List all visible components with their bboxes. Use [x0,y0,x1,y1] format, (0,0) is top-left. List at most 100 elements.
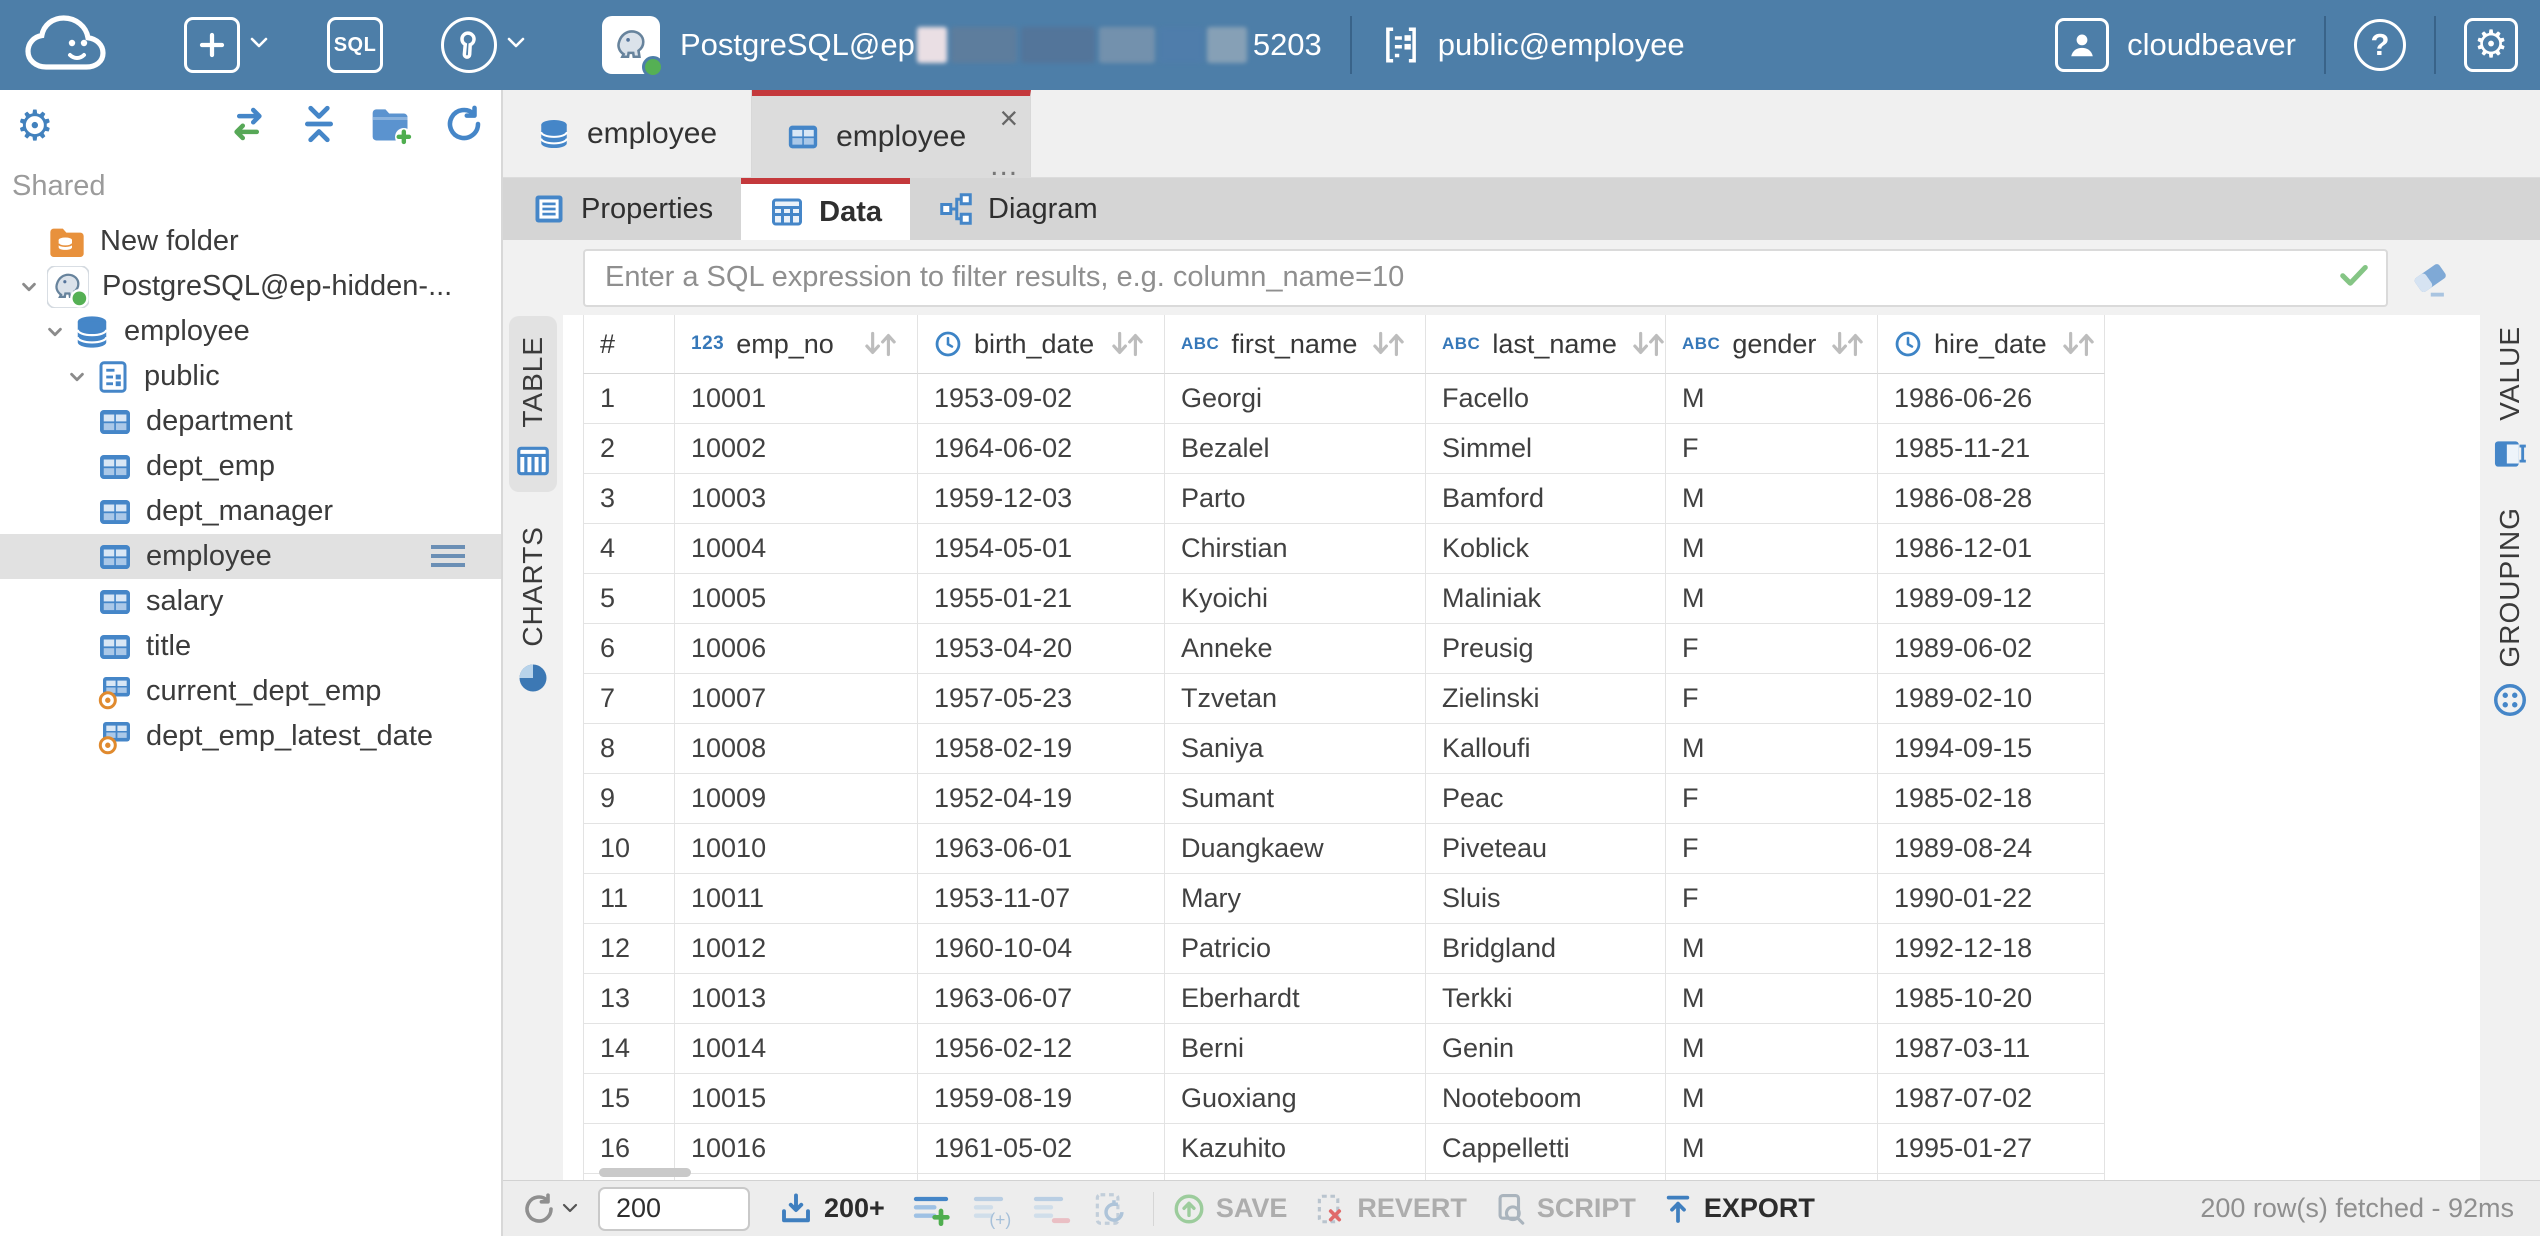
tab-more-icon[interactable]: ... [990,157,1018,175]
column-header-first_name[interactable]: ABCfirst_name [1165,315,1426,374]
apply-filter-icon[interactable] [2336,257,2372,298]
tab-diagram[interactable]: Diagram [910,178,1126,240]
data-cell[interactable]: 1960-10-04 [918,924,1165,974]
tree-item-dept-emp[interactable]: dept_emp [0,444,501,489]
data-cell[interactable]: Georgi [1165,374,1426,424]
data-cell[interactable]: Saniya [1165,724,1426,774]
data-cell[interactable]: 10006 [675,624,918,674]
data-cell[interactable]: Kalloufi [1426,724,1666,774]
data-cell[interactable]: 1963-06-07 [918,974,1165,1024]
sort-arrows-icon[interactable] [1357,329,1409,359]
sort-arrows-icon[interactable] [1617,329,1666,359]
data-cell[interactable]: Tzvetan [1165,674,1426,724]
sql-editor-button[interactable]: SQL [327,17,383,73]
data-cell[interactable]: Koblick [1426,524,1666,574]
data-cell[interactable]: 1989-08-24 [1878,824,2105,874]
export-button[interactable]: EXPORT [1662,1193,1815,1225]
data-cell[interactable]: M [1666,524,1878,574]
data-cell[interactable]: Bezalel [1165,424,1426,474]
delete-row-button[interactable] [1031,1189,1071,1229]
data-cell[interactable]: M [1666,1024,1878,1074]
data-cell[interactable]: 1986-06-26 [1878,374,2105,424]
tree-item-postgresql-ep-hidden-[interactable]: PostgreSQL@ep-hidden-... [0,264,501,309]
data-cell[interactable]: Eberhardt [1165,974,1426,1024]
data-cell[interactable]: 10012 [675,924,918,974]
tree-item-employee[interactable]: employee [0,534,501,579]
data-cell[interactable]: 1990-01-22 [1878,874,2105,924]
tree-item-dept-emp-latest-date[interactable]: dept_emp_latest_date [0,714,501,759]
data-cell[interactable]: 1955-01-21 [918,574,1165,624]
new-folder-icon[interactable] [369,102,413,151]
data-cell[interactable]: 1963-06-01 [918,824,1165,874]
data-cell[interactable]: Genin [1426,1024,1666,1074]
data-cell[interactable]: 10011 [675,874,918,924]
data-cell[interactable]: Duangkaew [1165,824,1426,874]
data-cell[interactable]: 1952-04-19 [918,774,1165,824]
data-cell[interactable]: 10014 [675,1024,918,1074]
data-cell[interactable]: 1986-08-28 [1878,474,2105,524]
data-cell[interactable]: F [1666,624,1878,674]
data-cell[interactable]: M [1666,1124,1878,1174]
data-cell[interactable]: Preusig [1426,624,1666,674]
sort-arrows-icon[interactable] [1096,329,1148,359]
data-cell[interactable]: M [1666,574,1878,624]
item-menu-icon[interactable] [431,545,465,567]
data-cell[interactable]: 1985-10-20 [1878,974,2105,1024]
data-cell[interactable]: Anneke [1165,624,1426,674]
data-cell[interactable]: 1994-09-15 [1878,724,2105,774]
data-cell[interactable]: 1964-06-02 [918,424,1165,474]
data-cell[interactable]: 1985-11-21 [1878,424,2105,474]
data-cell[interactable]: 10004 [675,524,918,574]
script-button[interactable]: SCRIPT [1493,1192,1636,1226]
data-cell[interactable]: Cappelletti [1426,1124,1666,1174]
data-cell[interactable]: M [1666,974,1878,1024]
close-icon[interactable]: × [999,102,1018,134]
data-cell[interactable]: 10015 [675,1074,918,1124]
data-cell[interactable]: 1995-01-27 [1878,1124,2105,1174]
tree-item-salary[interactable]: salary [0,579,501,624]
data-cell[interactable]: M [1666,924,1878,974]
data-cell[interactable]: 10007 [675,674,918,724]
data-cell[interactable]: 1985-02-18 [1878,774,2105,824]
data-cell[interactable]: Guoxiang [1165,1074,1426,1124]
sort-arrows-icon[interactable] [1816,329,1868,359]
data-cell[interactable]: F [1666,824,1878,874]
column-header-gender[interactable]: ABCgender [1666,315,1878,374]
chevron-down-icon[interactable] [40,319,70,345]
add-row-button[interactable] [911,1189,951,1229]
data-cell[interactable]: 1954-05-01 [918,524,1165,574]
data-cell[interactable]: F [1666,874,1878,924]
tab-data[interactable]: Data [741,178,910,240]
data-cell[interactable]: 1953-04-20 [918,624,1165,674]
data-cell[interactable]: 1953-09-02 [918,374,1165,424]
data-cell[interactable]: Chirstian [1165,524,1426,574]
data-cell[interactable]: 10008 [675,724,918,774]
data-cell[interactable]: F [1666,424,1878,474]
data-cell[interactable]: 1956-02-12 [918,1024,1165,1074]
revert-button[interactable]: REVERT [1313,1192,1467,1226]
data-cell[interactable]: M [1666,474,1878,524]
user-menu[interactable]: cloudbeaver [2055,18,2296,72]
auto-refresh-button[interactable] [1091,1190,1129,1228]
data-cell[interactable]: 1992-12-18 [1878,924,2105,974]
new-connection-button[interactable] [184,17,269,73]
tree-item-department[interactable]: department [0,399,501,444]
data-cell[interactable]: Nooteboom [1426,1074,1666,1124]
chevron-down-icon[interactable] [62,364,92,390]
data-cell[interactable]: 10016 [675,1124,918,1174]
data-cell[interactable]: M [1666,374,1878,424]
data-cell[interactable]: 10005 [675,574,918,624]
data-cell[interactable]: M [1666,724,1878,774]
data-cell[interactable]: Terkki [1426,974,1666,1024]
data-cell[interactable]: Sumant [1165,774,1426,824]
data-cell[interactable]: Piveteau [1426,824,1666,874]
duplicate-row-button[interactable]: (+) [971,1189,1011,1229]
data-cell[interactable]: 10010 [675,824,918,874]
data-cell[interactable]: Berni [1165,1024,1426,1074]
data-cell[interactable]: 1961-05-02 [918,1124,1165,1174]
data-cell[interactable]: F [1666,674,1878,724]
data-cell[interactable]: F [1666,774,1878,824]
active-connection[interactable]: PostgreSQL@ep 5203 [602,16,1322,74]
data-cell[interactable]: 1989-06-02 [1878,624,2105,674]
data-cell[interactable]: Maliniak [1426,574,1666,624]
